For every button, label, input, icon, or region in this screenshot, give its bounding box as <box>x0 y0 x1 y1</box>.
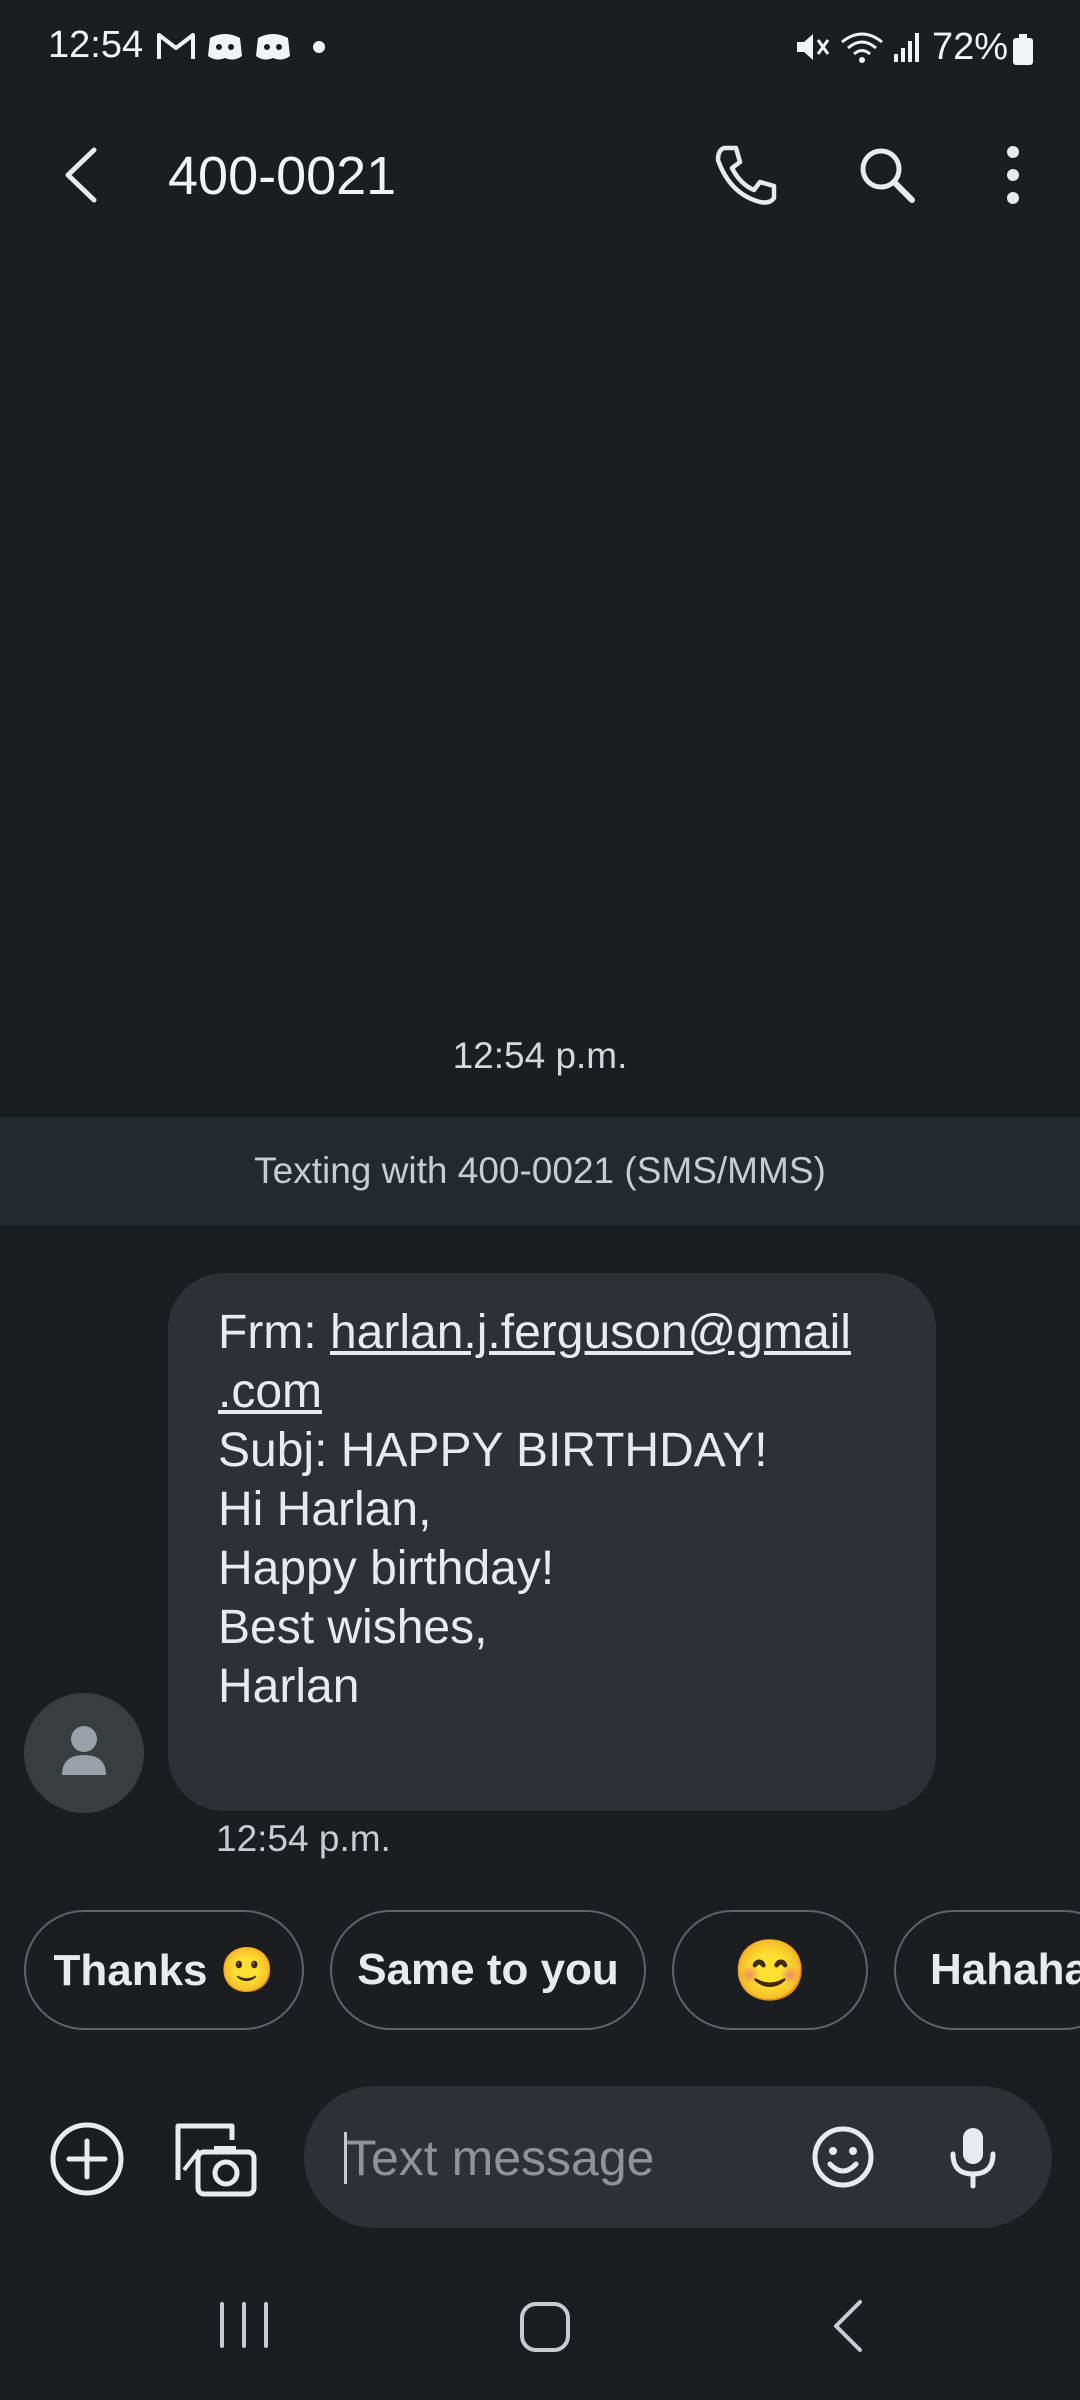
battery-icon <box>1013 34 1033 65</box>
discord-icon <box>208 34 242 60</box>
gmail-icon <box>157 33 195 59</box>
avatar[interactable] <box>24 1693 144 1813</box>
emoji-icon[interactable] <box>810 2124 876 2190</box>
quick-reply-same-to-you[interactable]: Same to you <box>330 1910 646 2030</box>
conversation-title: 400-0021 <box>168 146 397 206</box>
text-cursor <box>344 2132 347 2184</box>
date-stamp: 12:54 p.m. <box>452 1035 628 1076</box>
message-line: Happy birthday! <box>218 1542 555 1595</box>
email-link-continuation[interactable]: .com <box>218 1362 886 1421</box>
message-line: Hi Harlan, <box>218 1483 432 1536</box>
back-icon[interactable] <box>828 2298 868 2354</box>
quick-reply-thanks[interactable]: Thanks 🙂 <box>24 1910 304 2030</box>
from-label: Frm: <box>218 1306 330 1359</box>
message-line: Harlan <box>218 1660 360 1713</box>
sms-banner: Texting with 400-0021 (SMS/MMS) <box>0 1117 1080 1225</box>
wifi-icon <box>841 32 883 63</box>
recents-icon[interactable] <box>216 2300 272 2350</box>
more-vert-icon[interactable] <box>978 140 1048 210</box>
phone-icon[interactable] <box>710 140 780 210</box>
message-subject: Subj: HAPPY BIRTHDAY! <box>218 1424 768 1477</box>
discord-icon <box>256 34 290 60</box>
signal-icon <box>894 33 919 62</box>
text-message-input[interactable] <box>344 2086 768 2230</box>
dot-icon <box>313 41 325 53</box>
message-line: Best wishes, <box>218 1601 488 1654</box>
person-icon <box>62 1726 106 1775</box>
message-composer[interactable] <box>304 2086 1052 2230</box>
message-bubble[interactable]: Frm: harlan.j.ferguson@gmail .com Subj: … <box>168 1273 936 1811</box>
message-from-line: Frm: harlan.j.ferguson@gmail <box>218 1303 886 1362</box>
back-arrow-icon[interactable] <box>50 140 120 210</box>
message-timestamp: 12:54 p.m. <box>216 1818 391 1859</box>
search-icon[interactable] <box>852 140 922 210</box>
mute-icon <box>797 34 830 60</box>
email-link[interactable]: harlan.j.ferguson@gmail <box>330 1306 851 1359</box>
quick-reply-emoji[interactable]: 😊 <box>672 1910 868 2030</box>
battery-percentage: 72% <box>931 26 1008 68</box>
add-circle-icon[interactable] <box>46 2118 128 2200</box>
status-time: 12:54 <box>48 24 144 66</box>
sms-banner-text: Texting with 400-0021 (SMS/MMS) <box>254 1150 826 1191</box>
home-icon[interactable] <box>518 2300 572 2354</box>
mic-icon[interactable] <box>940 2124 1006 2190</box>
quick-reply-hahaha[interactable]: Hahaha <box>894 1910 1080 2030</box>
gallery-camera-icon[interactable] <box>170 2118 260 2200</box>
